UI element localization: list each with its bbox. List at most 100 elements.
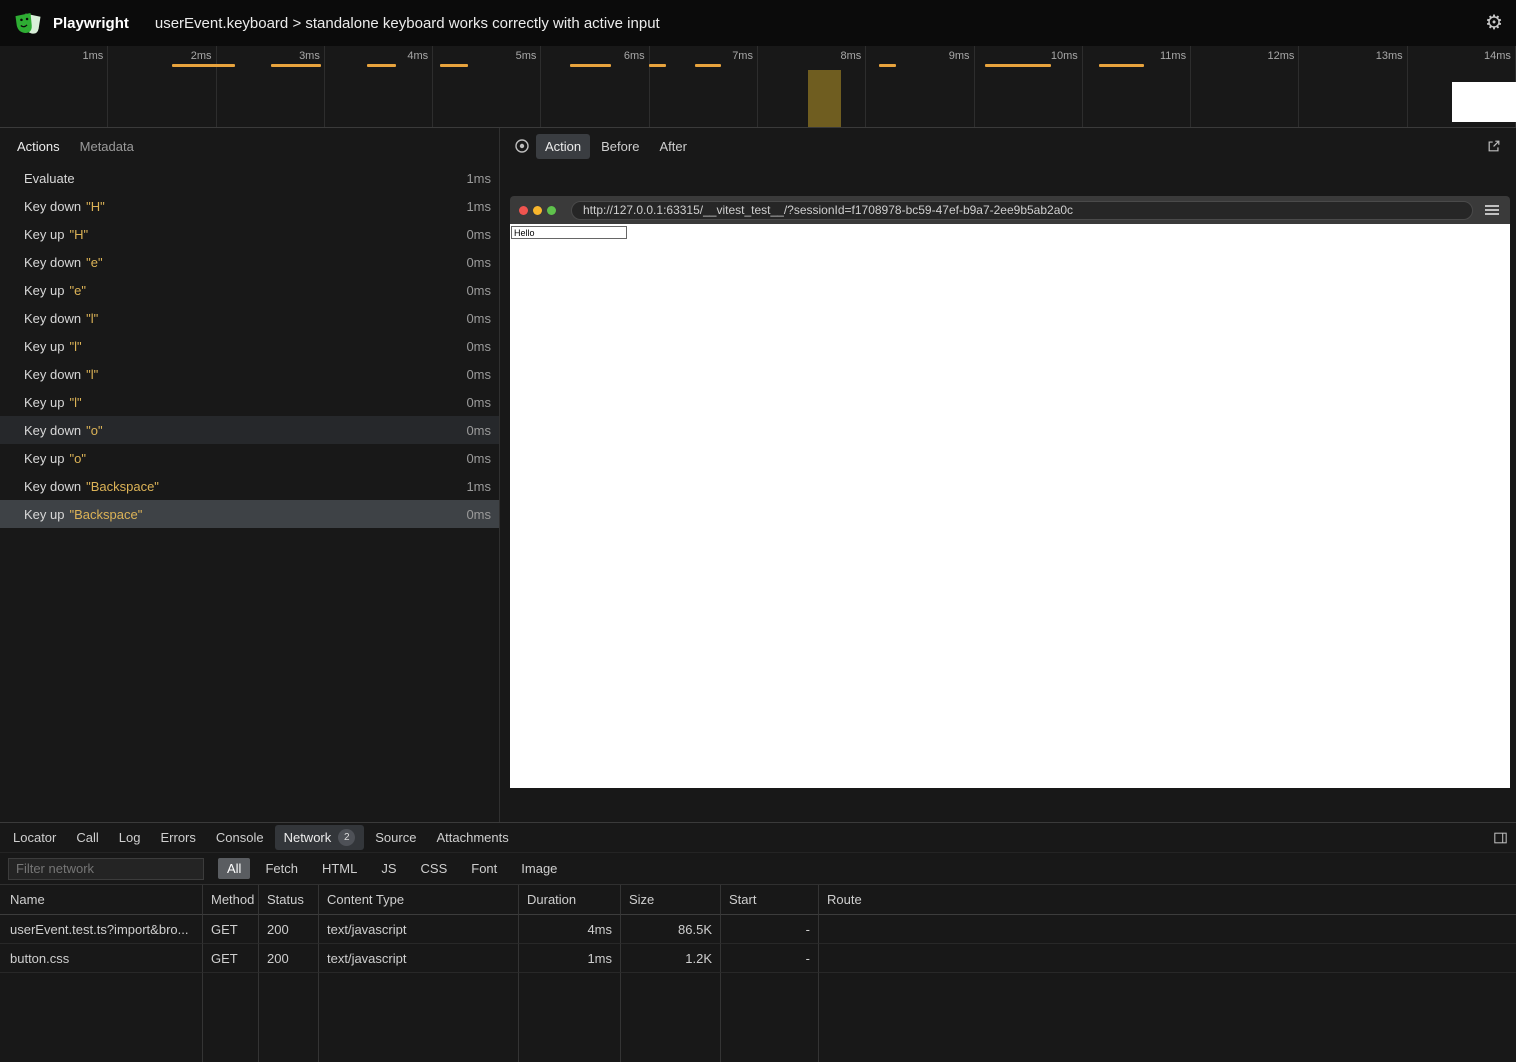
tab-network[interactable]: Network2 [275, 825, 365, 850]
column-header-size[interactable]: Size [620, 885, 720, 915]
open-external-icon[interactable] [1482, 134, 1506, 158]
timeline-action-bar[interactable] [440, 64, 468, 67]
action-row[interactable]: Key up"H" 0ms [0, 220, 499, 248]
timeline-action-bar[interactable] [985, 64, 1051, 67]
action-duration: 0ms [466, 283, 491, 298]
action-key-value: "Backspace" [69, 507, 142, 522]
url-bar[interactable]: http://127.0.0.1:63315/__vitest_test__/?… [571, 201, 1473, 220]
filter-js[interactable]: JS [372, 858, 405, 879]
filter-image[interactable]: Image [512, 858, 566, 879]
timeline-tick-label: 1ms [83, 50, 104, 62]
tab-actions[interactable]: Actions [8, 134, 69, 159]
column-header-duration[interactable]: Duration [518, 885, 620, 915]
tab-source[interactable]: Source [366, 826, 425, 849]
action-title: Key up"o" [24, 451, 466, 466]
timeline-tick-label: 8ms [840, 50, 861, 62]
action-duration: 0ms [466, 367, 491, 382]
timeline-action-bar[interactable] [271, 64, 321, 67]
timeline-cell: 4ms [325, 46, 433, 127]
column-header-status[interactable]: Status [258, 885, 318, 915]
filter-all[interactable]: All [218, 858, 250, 879]
timeline-action-bar[interactable] [695, 64, 721, 67]
filter-fetch[interactable]: Fetch [256, 858, 307, 879]
filter-font[interactable]: Font [462, 858, 506, 879]
action-title: Key down"e" [24, 255, 466, 270]
filter-html[interactable]: HTML [313, 858, 366, 879]
action-row[interactable]: Key down"l" 0ms [0, 360, 499, 388]
network-row-size[interactable]: 1.2K [620, 944, 720, 973]
network-row-route[interactable] [818, 915, 1516, 944]
action-row[interactable]: Key down"o" 0ms [0, 416, 499, 444]
tab-errors[interactable]: Errors [151, 826, 204, 849]
action-row[interactable]: Key up"e" 0ms [0, 276, 499, 304]
header: Playwright userEvent.keyboard > standalo… [0, 0, 1516, 46]
settings-gear-icon[interactable]: ⚙ [1485, 13, 1503, 33]
network-row-method[interactable]: GET [202, 915, 258, 944]
tab-locator[interactable]: Locator [4, 826, 65, 849]
action-row[interactable]: Key down"Backspace" 1ms [0, 472, 499, 500]
bottom-tabs: Locator Call Log Errors Console Network2… [0, 823, 1516, 853]
network-row-name[interactable]: userEvent.test.ts?import&bro... [0, 915, 202, 944]
timeline-action-bar[interactable] [1099, 64, 1144, 67]
action-row[interactable]: Key down"e" 0ms [0, 248, 499, 276]
network-filter-input[interactable] [8, 858, 204, 880]
timeline-tick-label: 12ms [1267, 50, 1294, 62]
action-row[interactable]: Key up"Backspace" 0ms [0, 500, 499, 528]
page-text-input[interactable] [511, 226, 627, 239]
tab-action[interactable]: Action [536, 134, 590, 159]
tab-before[interactable]: Before [592, 134, 648, 159]
network-row-method[interactable]: GET [202, 944, 258, 973]
network-row-size[interactable]: 86.5K [620, 915, 720, 944]
network-row-start[interactable]: - [720, 944, 818, 973]
action-row[interactable]: Evaluate 1ms [0, 164, 499, 192]
timeline-film-strip-thumbnail[interactable] [1452, 82, 1516, 122]
network-row-start[interactable]: - [720, 915, 818, 944]
timeline-action-bar[interactable] [367, 64, 396, 67]
timeline-cell: 11ms [1083, 46, 1191, 127]
timeline-action-bar[interactable] [649, 64, 666, 67]
tab-log[interactable]: Log [110, 826, 150, 849]
pick-locator-target-icon[interactable] [510, 134, 534, 158]
timeline-selected-range[interactable] [808, 70, 841, 127]
toggle-panel-layout-icon[interactable] [1488, 826, 1512, 850]
tab-metadata[interactable]: Metadata [71, 134, 143, 159]
window-minimize-dot[interactable] [533, 206, 542, 215]
network-row-duration[interactable]: 4ms [518, 915, 620, 944]
tab-after[interactable]: After [650, 134, 695, 159]
window-maximize-dot[interactable] [547, 206, 556, 215]
column-header-content-type[interactable]: Content Type [318, 885, 518, 915]
window-close-dot[interactable] [519, 206, 528, 215]
app-name: Playwright [53, 15, 129, 32]
action-title: Key down"l" [24, 311, 466, 326]
filter-css[interactable]: CSS [412, 858, 457, 879]
timeline-cell: 12ms [1191, 46, 1299, 127]
action-row[interactable]: Key up"l" 0ms [0, 388, 499, 416]
network-row-status[interactable]: 200 [258, 944, 318, 973]
tab-attachments[interactable]: Attachments [427, 826, 517, 849]
timeline-action-bar[interactable] [570, 64, 611, 67]
action-key-value: "l" [69, 395, 81, 410]
network-row-content-type[interactable]: text/javascript [318, 915, 518, 944]
hamburger-menu-icon[interactable] [1485, 209, 1499, 211]
action-row[interactable]: Key up"o" 0ms [0, 444, 499, 472]
action-row[interactable]: Key up"l" 0ms [0, 332, 499, 360]
action-row[interactable]: Key down"H" 1ms [0, 192, 499, 220]
column-header-name[interactable]: Name [0, 885, 202, 915]
playwright-logo-icon [13, 8, 43, 38]
network-row-status[interactable]: 200 [258, 915, 318, 944]
column-header-start[interactable]: Start [720, 885, 818, 915]
column-header-method[interactable]: Method [202, 885, 258, 915]
column-header-route[interactable]: Route [818, 885, 1516, 915]
timeline-action-bar[interactable] [172, 64, 235, 67]
network-row-duration[interactable]: 1ms [518, 944, 620, 973]
action-title: Key down"Backspace" [24, 479, 466, 494]
action-row[interactable]: Key down"l" 0ms [0, 304, 499, 332]
network-row-content-type[interactable]: text/javascript [318, 944, 518, 973]
timeline-action-bar[interactable] [879, 64, 896, 67]
timeline-tick-label: 7ms [732, 50, 753, 62]
tab-console[interactable]: Console [207, 826, 273, 849]
network-row-route[interactable] [818, 944, 1516, 973]
tab-call[interactable]: Call [67, 826, 107, 849]
timeline[interactable]: 1ms 2ms 3ms 4ms 5ms 6ms 7ms 8ms 9ms 10ms… [0, 46, 1516, 128]
network-row-name[interactable]: button.css [0, 944, 202, 973]
